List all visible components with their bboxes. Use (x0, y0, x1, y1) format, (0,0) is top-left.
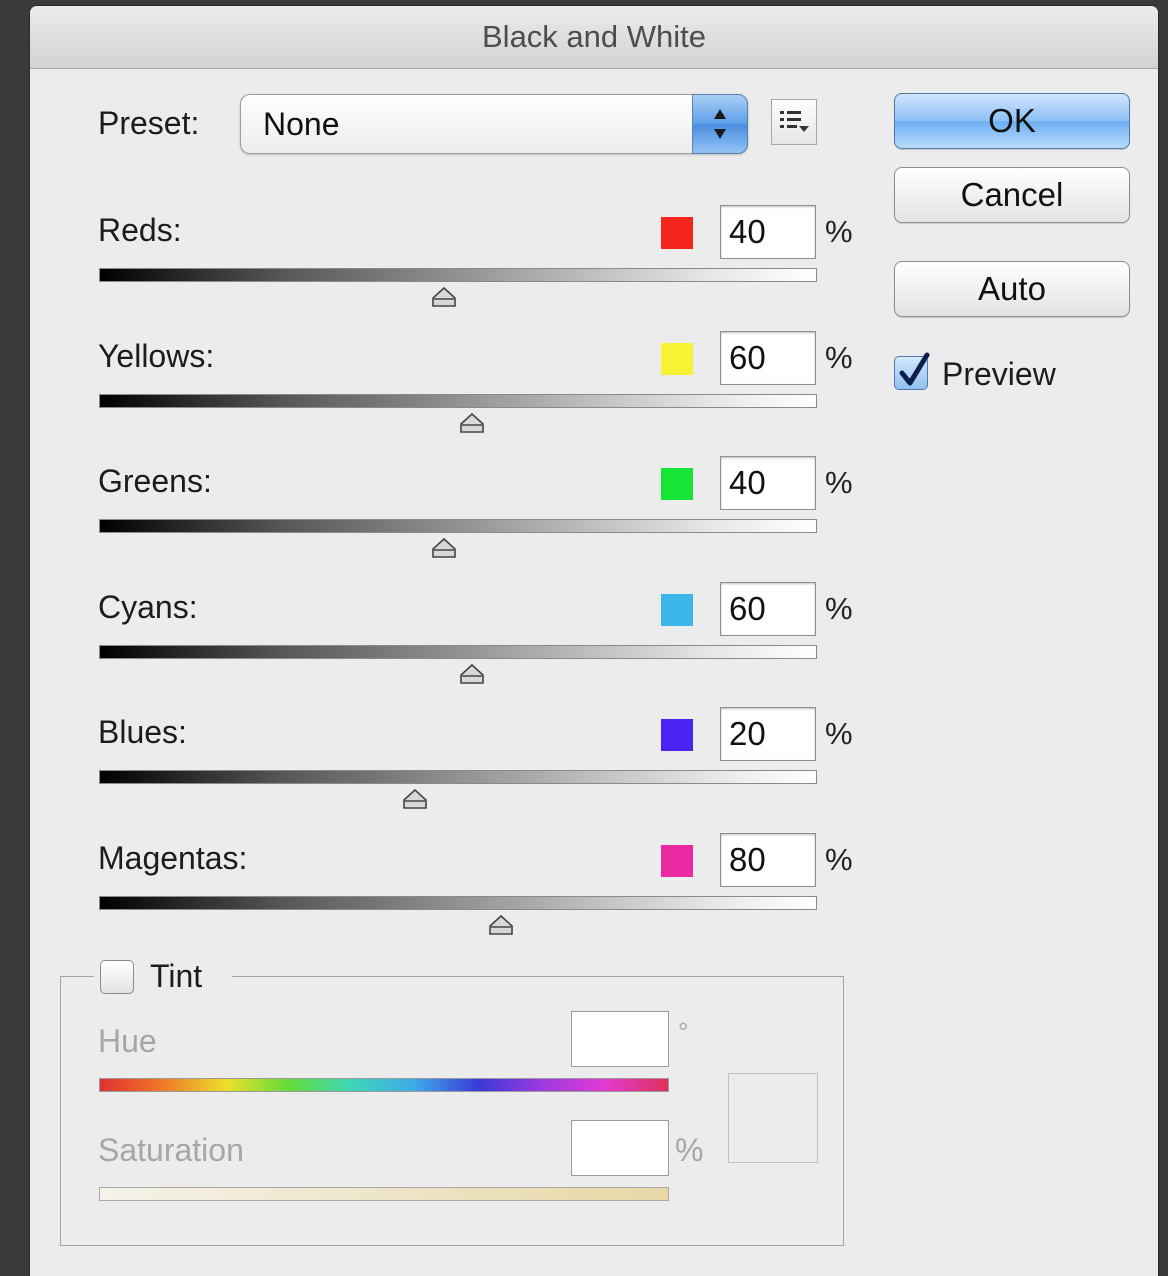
greens-slider[interactable] (99, 519, 817, 533)
tint-label: Tint (150, 958, 203, 994)
cyans-color-swatch (661, 593, 693, 626)
cyans-slider-thumb[interactable] (459, 663, 485, 685)
saturation-label: Saturation (98, 1132, 244, 1168)
magentas-value-field[interactable]: 80 (720, 832, 816, 887)
blues-label: Blues: (98, 714, 187, 750)
preset-label: Preset: (98, 105, 200, 141)
saturation-field[interactable] (571, 1120, 669, 1176)
saturation-unit: % (675, 1132, 704, 1168)
auto-button[interactable]: Auto (894, 261, 1130, 317)
tint-checkbox[interactable] (100, 960, 134, 994)
reds-color-swatch (661, 217, 693, 249)
reds-slider[interactable] (99, 268, 817, 282)
cyans-percent-unit: % (825, 590, 853, 626)
blues-slider-thumb[interactable] (402, 788, 428, 810)
hue-field[interactable] (571, 1011, 669, 1067)
hue-unit: ° (678, 1017, 689, 1047)
tint-legend: Tint (94, 956, 232, 998)
magentas-percent-unit: % (825, 841, 853, 877)
blues-color-swatch (661, 719, 693, 751)
blues-value-field[interactable]: 20 (720, 707, 816, 761)
magentas-color-swatch (661, 844, 693, 877)
yellows-slider-thumb[interactable] (459, 412, 485, 434)
yellows-percent-unit: % (825, 339, 853, 375)
greens-percent-unit: % (825, 465, 853, 500)
saturation-slider[interactable] (99, 1187, 669, 1201)
preset-value: None (263, 106, 340, 142)
magentas-slider-thumb[interactable] (488, 914, 514, 936)
magentas-slider[interactable] (99, 895, 817, 910)
yellows-value-field[interactable]: 60 (720, 330, 816, 385)
hue-slider[interactable] (99, 1078, 669, 1092)
cyans-value-field[interactable]: 60 (720, 581, 816, 636)
up-down-arrows-icon (714, 109, 726, 139)
yellows-color-swatch (661, 342, 693, 375)
checkmark-icon (899, 352, 930, 386)
greens-slider-thumb[interactable] (431, 537, 457, 559)
reds-percent-unit: % (825, 214, 853, 249)
cyans-label: Cyans: (98, 588, 198, 625)
tint-color-swatch[interactable] (728, 1073, 818, 1163)
list-menu-icon (780, 111, 809, 132)
yellows-slider[interactable] (99, 393, 817, 408)
reds-label: Reds: (98, 212, 182, 248)
reds-slider-thumb[interactable] (431, 286, 457, 308)
reds-value-field[interactable]: 40 (720, 205, 816, 259)
preview-checkbox[interactable] (894, 352, 930, 390)
yellows-label: Yellows: (98, 337, 215, 374)
preset-options-button[interactable] (771, 99, 817, 145)
preview-label: Preview (942, 356, 1056, 392)
greens-label: Greens: (98, 463, 212, 499)
blues-percent-unit: % (825, 716, 853, 751)
preset-select[interactable]: None (240, 94, 748, 154)
magentas-label: Magentas: (98, 839, 248, 876)
tint-group (60, 976, 844, 1246)
preset-stepper[interactable] (692, 94, 748, 154)
blues-slider[interactable] (99, 770, 817, 784)
ok-button[interactable]: OK (894, 93, 1130, 149)
cyans-slider[interactable] (99, 644, 817, 659)
black-and-white-dialog: Black and White Preset: None Reds: 40% Yel… (30, 6, 1158, 1276)
dialog-title: Black and White (30, 6, 1158, 69)
hue-label: Hue (98, 1023, 157, 1059)
greens-value-field[interactable]: 40 (720, 456, 816, 510)
cancel-button[interactable]: Cancel (894, 167, 1130, 223)
greens-color-swatch (661, 468, 693, 500)
